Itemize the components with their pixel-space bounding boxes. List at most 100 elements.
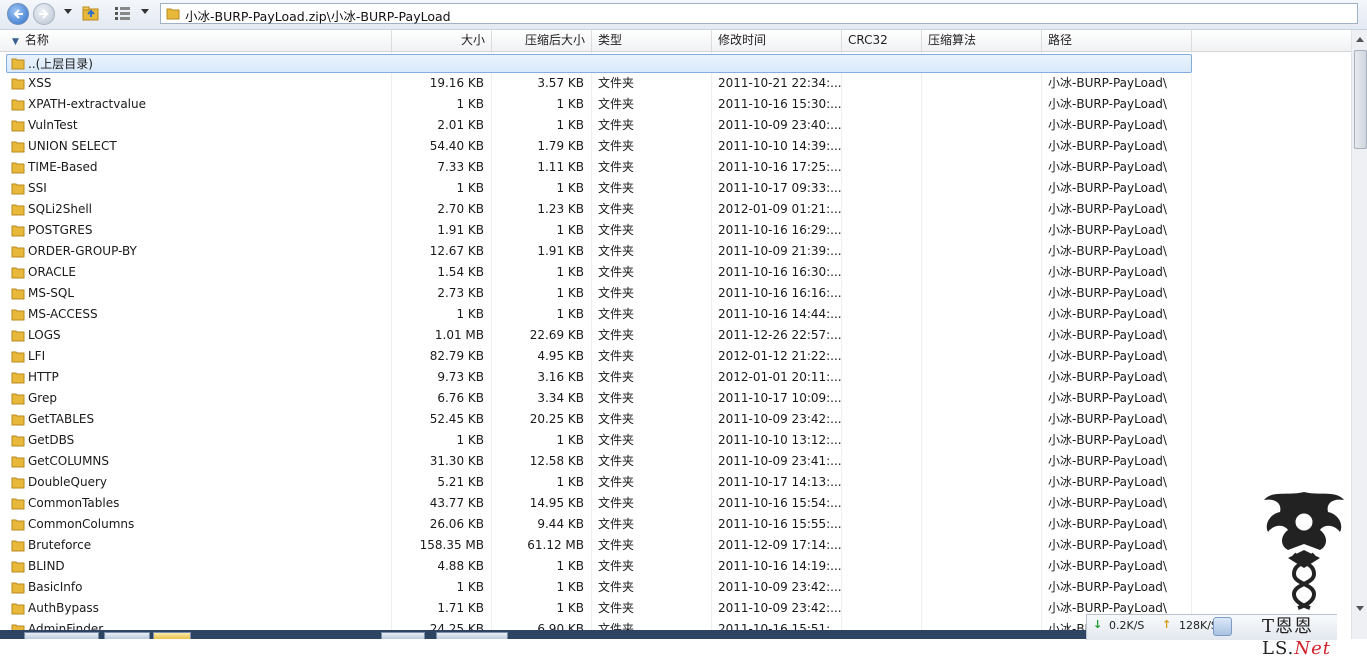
table-row[interactable]: TIME-Based 7.33 KB 1.11 KB 文件夹 2011-10-16 17…	[6, 157, 1192, 178]
view-dropdown-button[interactable]	[141, 9, 149, 14]
cell-modified: 2012-01-01 20:11:...	[718, 370, 842, 384]
cell-size: 82.79 KB	[429, 349, 484, 363]
parent-directory-row[interactable]: ..(上层目录)	[6, 54, 1192, 73]
table-row[interactable]: GetCOLUMNS 31.30 KB 12.58 KB 文件夹 2011-10-09 …	[6, 451, 1192, 472]
table-row[interactable]: Bruteforce 158.35 MB 61.12 MB 文件夹 2011-12-09…	[6, 535, 1192, 556]
taskbar-button-active[interactable]	[153, 632, 191, 639]
ie-icon[interactable]	[1213, 617, 1232, 636]
cell-type: 文件夹	[598, 265, 635, 279]
folder-icon	[11, 78, 25, 90]
cell-path: 小冰-BURP-PayLoad\	[1048, 517, 1167, 531]
column-size-header[interactable]: 大小	[392, 30, 492, 51]
folder-icon	[11, 372, 25, 384]
cell-modified: 2011-10-16 17:25:...	[718, 160, 842, 174]
table-row[interactable]: UNION SELECT 54.40 KB 1.79 KB 文件夹 2011-10-10…	[6, 136, 1192, 157]
table-row[interactable]: BLIND 4.88 KB 1 KB 文件夹 2011-10-16 14:19:... 小…	[6, 556, 1192, 577]
cell-modified: 2011-10-16 16:29:...	[718, 223, 842, 237]
table-row[interactable]: XPATH-extractvalue 1 KB 1 KB 文件夹 2011-10-16 …	[6, 94, 1192, 115]
cell-size: 7.33 KB	[437, 160, 484, 174]
table-row[interactable]: LOGS 1.01 MB 22.69 KB 文件夹 2011-12-26 22:57:.…	[6, 325, 1192, 346]
table-row[interactable]: SQLi2Shell 2.70 KB 1.23 KB 文件夹 2012-01-09 01…	[6, 199, 1192, 220]
table-row[interactable]: SSI 1 KB 1 KB 文件夹 2011-10-17 09:33:... 小冰-BUR…	[6, 178, 1192, 199]
column-name-header[interactable]: ▼ 名称	[6, 30, 392, 51]
view-mode-icon[interactable]	[114, 5, 132, 21]
cell-packed: 1 KB	[556, 97, 584, 111]
column-type-header[interactable]: 类型	[592, 30, 712, 51]
taskbar-button[interactable]	[381, 632, 425, 639]
table-row[interactable]: BasicInfo 1 KB 1 KB 文件夹 2011-10-09 23:42:...…	[6, 577, 1192, 598]
address-bar[interactable]: 小冰-BURP-PayLoad.zip\小冰-BURP-PayLoad	[160, 3, 1358, 24]
forward-button[interactable]	[33, 3, 55, 25]
table-row[interactable]: MS-SQL 2.73 KB 1 KB 文件夹 2011-10-16 16:16:...…	[6, 283, 1192, 304]
table-row[interactable]: ORACLE 1.54 KB 1 KB 文件夹 2011-10-16 16:30:...…	[6, 262, 1192, 283]
cell-packed: 3.34 KB	[537, 391, 584, 405]
table-row[interactable]: AuthBypass 1.71 KB 1 KB 文件夹 2011-10-09 23:42…	[6, 598, 1192, 619]
cell-name: Bruteforce	[28, 538, 92, 552]
scroll-down-icon[interactable]	[1356, 606, 1364, 611]
table-row[interactable]: ORDER-GROUP-BY 12.67 KB 1.91 KB 文件夹 2011-10-…	[6, 241, 1192, 262]
back-button[interactable]	[7, 3, 29, 25]
cell-name: BasicInfo	[28, 580, 83, 594]
watermark-dragon-logo	[1264, 492, 1344, 610]
cell-packed: 1 KB	[556, 580, 584, 594]
cell-name: HTTP	[28, 370, 59, 384]
cell-packed: 1 KB	[556, 475, 584, 489]
cell-name: DoubleQuery	[28, 475, 107, 489]
column-crc-header[interactable]: CRC32	[842, 30, 922, 51]
folder-icon	[11, 204, 25, 216]
table-row[interactable]: CommonTables 43.77 KB 14.95 KB 文件夹 2011-10-1…	[6, 493, 1192, 514]
taskbar-button[interactable]	[104, 632, 150, 639]
cell-type: 文件夹	[598, 412, 635, 426]
cell-type: 文件夹	[598, 517, 635, 531]
watermark-suffix: Net	[1294, 638, 1332, 659]
table-row[interactable]: LFI 82.79 KB 4.95 KB 文件夹 2012-01-12 21:22:..…	[6, 346, 1192, 367]
cell-packed: 1.11 KB	[537, 160, 584, 174]
download-speed: 0.2K/S	[1109, 619, 1145, 632]
table-row[interactable]: Grep 6.76 KB 3.34 KB 文件夹 2011-10-17 10:09:..…	[6, 388, 1192, 409]
table-row[interactable]: GetTABLES 52.45 KB 20.25 KB 文件夹 2011-10-09 2…	[6, 409, 1192, 430]
cell-size: 158.35 MB	[419, 538, 484, 552]
table-row[interactable]: POSTGRES 1.91 KB 1 KB 文件夹 2011-10-16 16:29:.…	[6, 220, 1192, 241]
column-modified-header[interactable]: 修改时间	[712, 30, 842, 51]
table-row[interactable]: VulnTest 2.01 KB 1 KB 文件夹 2011-10-09 23:40:.…	[6, 115, 1192, 136]
cell-packed: 1 KB	[556, 265, 584, 279]
address-path: 小冰-BURP-PayLoad.zip\小冰-BURP-PayLoad	[185, 9, 451, 24]
folder-icon	[11, 246, 25, 258]
column-packed-header[interactable]: 压缩后大小	[492, 30, 592, 51]
cell-type: 文件夹	[598, 580, 635, 594]
cell-path: 小冰-BURP-PayLoad\	[1048, 496, 1167, 510]
folder-icon	[11, 330, 25, 342]
cell-modified: 2011-10-16 15:30:...	[718, 97, 842, 111]
table-row[interactable]: HTTP 9.73 KB 3.16 KB 文件夹 2012-01-01 20:11:..…	[6, 367, 1192, 388]
cell-path: 小冰-BURP-PayLoad\	[1048, 244, 1167, 258]
column-header: ▼ 名称 大小 压缩后大小 类型 修改时间 CRC32 压缩算法 路径	[0, 30, 1367, 52]
scroll-up-icon[interactable]	[1356, 37, 1364, 42]
cell-type: 文件夹	[598, 370, 635, 384]
arrow-right-icon	[39, 9, 49, 19]
folder-icon	[11, 288, 25, 300]
table-row[interactable]: XSS 19.16 KB 3.57 KB 文件夹 2011-10-21 22:34:..…	[6, 73, 1192, 94]
cell-name: Grep	[28, 391, 57, 405]
table-row[interactable]: DoubleQuery 5.21 KB 1 KB 文件夹 2011-10-17 14:1…	[6, 472, 1192, 493]
cell-modified: 2011-10-17 14:13:...	[718, 475, 842, 489]
taskbar-button[interactable]	[24, 632, 99, 639]
cell-size: 1.71 KB	[437, 601, 484, 615]
cell-modified: 2011-10-10 14:39:...	[718, 139, 842, 153]
cell-name: GetTABLES	[28, 412, 95, 426]
taskbar-button[interactable]	[436, 632, 508, 639]
cell-packed: 12.58 KB	[529, 454, 584, 468]
cell-path: 小冰-BURP-PayLoad\	[1048, 475, 1167, 489]
cell-type: 文件夹	[598, 538, 635, 552]
table-row[interactable]: GetDBS 1 KB 1 KB 文件夹 2011-10-10 13:12:... 小冰-…	[6, 430, 1192, 451]
scroll-thumb[interactable]	[1354, 50, 1367, 149]
column-method-header[interactable]: 压缩算法	[922, 30, 1042, 51]
cell-name: SSI	[28, 181, 47, 195]
vertical-scrollbar[interactable]	[1351, 30, 1367, 639]
up-folder-icon[interactable]	[82, 5, 100, 22]
table-row[interactable]: MS-ACCESS 1 KB 1 KB 文件夹 2011-10-16 14:44:...…	[6, 304, 1192, 325]
column-path-header[interactable]: 路径	[1042, 30, 1192, 51]
cell-path: 小冰-BURP-PayLoad\	[1048, 181, 1167, 195]
table-row[interactable]: CommonColumns 26.06 KB 9.44 KB 文件夹 2011-10-1…	[6, 514, 1192, 535]
history-dropdown-button[interactable]	[64, 9, 72, 14]
folder-icon	[11, 162, 25, 174]
